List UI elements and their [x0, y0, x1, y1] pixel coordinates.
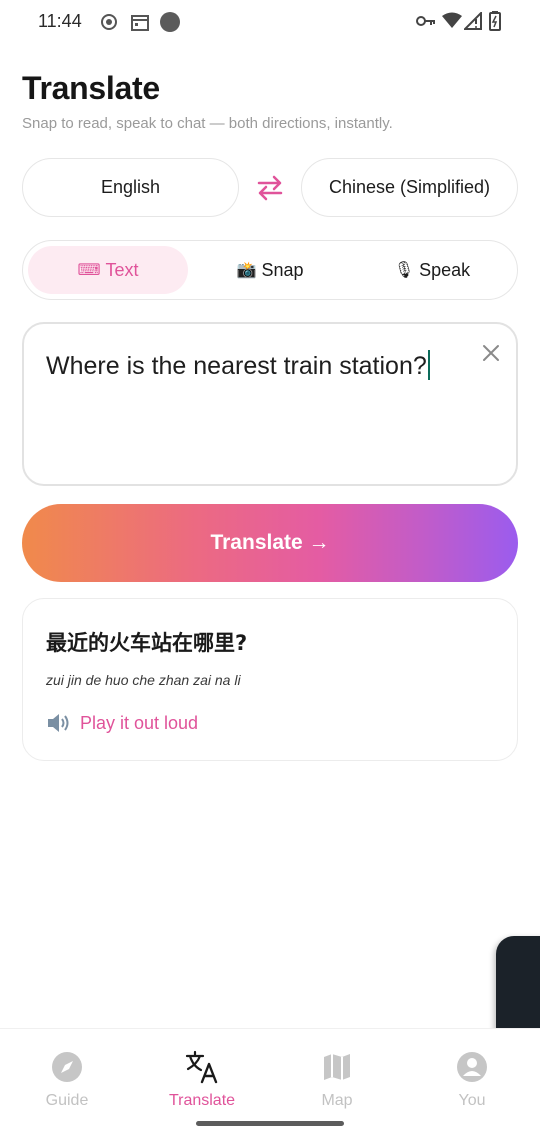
- source-language-button[interactable]: English: [22, 158, 239, 217]
- text-caret: [427, 350, 430, 380]
- speaker-icon: [48, 714, 69, 732]
- home-indicator[interactable]: [196, 1121, 344, 1126]
- signal-icon: [464, 12, 482, 30]
- page-subtitle: Snap to read, speak to chat — both direc…: [22, 115, 393, 132]
- nav-label-you: You: [458, 1092, 486, 1109]
- calendar-icon: [131, 15, 149, 31]
- dot-icon: [160, 12, 180, 32]
- nav-item-you[interactable]: You: [417, 1049, 527, 1110]
- translate-button-label: Translate →: [210, 531, 330, 554]
- tab-text-label: Text: [105, 259, 139, 280]
- play-audio-label: Play it out loud: [80, 712, 199, 733]
- nav-label-guide: Guide: [45, 1092, 89, 1109]
- pinyin-text: zui jin de huo che zhan zai na li: [46, 672, 241, 688]
- account-icon: [457, 1052, 487, 1082]
- mode-selector: ⌨ Text 📸 Snap 🎙 Speak: [22, 240, 518, 300]
- status-bar: 11:44: [0, 0, 540, 44]
- tab-snap-label: Snap: [261, 259, 304, 280]
- source-text-value: Where is the nearest train station?: [46, 350, 430, 381]
- vpn-key-icon: [416, 16, 435, 26]
- tab-text[interactable]: ⌨ Text: [28, 246, 188, 294]
- clear-input-icon[interactable]: [480, 342, 502, 364]
- tab-speak-label: Speak: [419, 259, 471, 280]
- nav-item-guide[interactable]: Guide: [12, 1049, 122, 1110]
- map-icon: [324, 1054, 350, 1080]
- battery-icon: [489, 11, 501, 31]
- tab-snap[interactable]: 📸 Snap: [190, 246, 350, 294]
- page-title: Translate: [22, 70, 160, 106]
- translate-button[interactable]: Translate →: [22, 504, 518, 582]
- wifi-icon: [442, 12, 462, 28]
- swap-languages-button[interactable]: [252, 170, 288, 206]
- translate-icon: [185, 1050, 218, 1084]
- source-language-label: English: [100, 177, 161, 197]
- target-language-label: Chinese (Simplified): [328, 177, 491, 197]
- keyboard-icon: ⌨: [77, 262, 101, 279]
- target-language-button[interactable]: Chinese (Simplified): [301, 158, 518, 217]
- nav-label-map: Map: [321, 1092, 353, 1109]
- status-time: 11:44: [38, 11, 82, 31]
- nav-item-translate[interactable]: Translate: [147, 1049, 257, 1110]
- translation-text: 最近的火车站在哪里?: [46, 631, 248, 655]
- swap-arrows-icon: [257, 175, 283, 201]
- play-audio-button[interactable]: Play it out loud: [46, 711, 198, 735]
- compass-icon: [52, 1052, 82, 1082]
- nav-label-translate: Translate: [168, 1092, 236, 1109]
- translation-result-card: 最近的火车站在哪里? zui jin de huo che zhan zai n…: [22, 598, 518, 761]
- microphone-icon: 🎙: [393, 262, 415, 279]
- source-text-input[interactable]: Where is the nearest train station?: [22, 322, 518, 486]
- data-saver-icon: [101, 14, 117, 30]
- nav-item-map[interactable]: Map: [282, 1049, 392, 1110]
- tab-speak[interactable]: 🎙 Speak: [352, 246, 512, 294]
- camera-icon: 📸: [236, 262, 257, 279]
